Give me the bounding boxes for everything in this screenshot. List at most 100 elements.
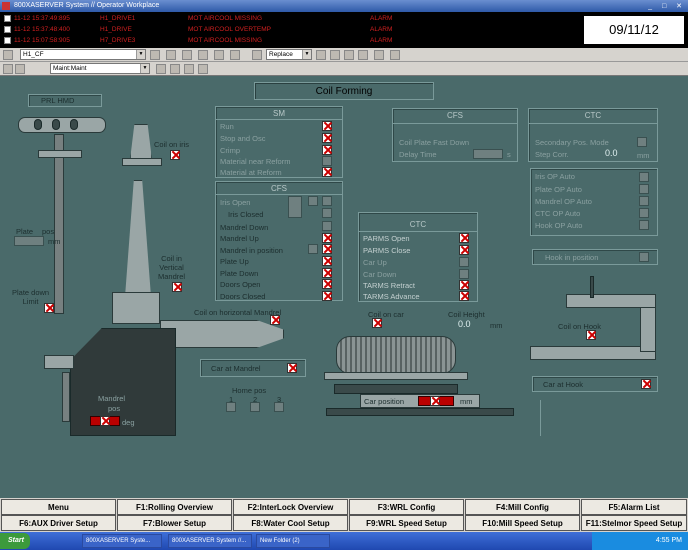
sm-material-near-indicator	[322, 156, 332, 166]
forward-icon[interactable]	[15, 64, 25, 74]
ctc-step-label: Step Corr.	[535, 150, 569, 159]
coil-holder	[18, 117, 106, 133]
ctc-secondary-label: Secondary Pos. Mode	[535, 138, 609, 147]
tool-icon[interactable]	[390, 50, 400, 60]
sm-run-label: Run	[220, 122, 234, 131]
car-up-indicator	[459, 257, 469, 267]
f11-stelmor-speed-setup-button[interactable]: F11:Stelmor Speed Setup	[581, 515, 687, 531]
home-pos-2-label: 2	[253, 395, 258, 404]
function-key-bar: Menu F1:Rolling Overview F2:InterLock Ov…	[0, 498, 688, 532]
f7-blower-setup-button[interactable]: F7:Blower Setup	[117, 515, 232, 531]
taskbar-item[interactable]: New Folder (2)	[256, 534, 330, 548]
star-icon[interactable]	[330, 50, 340, 60]
column-arm	[38, 150, 82, 158]
mandrel-arm	[44, 355, 74, 369]
back-icon[interactable]	[3, 64, 13, 74]
plate-pos-unit: mm	[48, 237, 61, 246]
hook-top	[566, 294, 656, 308]
tool-icon[interactable]	[230, 50, 240, 60]
tool-icon[interactable]	[166, 50, 176, 60]
alarm-row[interactable]: 11-12 15:07:58:905 H7_DRIVE3 MOT AIRCOOL…	[2, 35, 582, 46]
chevron-down-icon[interactable]: ▼	[140, 64, 149, 73]
alarm-row[interactable]: 11-12 15:37:48:400 H1_DRIVE MOT AIRCOOL …	[2, 24, 582, 35]
coil-horizontal-indicator	[270, 315, 280, 325]
plate-op-label: Plate OP Auto	[535, 185, 582, 194]
close-icon[interactable]	[374, 50, 384, 60]
sm-stop-indicator	[322, 133, 332, 143]
ctc-op-indicator	[639, 208, 649, 218]
tool-icon[interactable]	[358, 50, 368, 60]
f10-mill-speed-setup-button[interactable]: F10:Mill Speed Setup	[465, 515, 580, 531]
coil	[336, 336, 456, 374]
ctc-panel-top: CTC Secondary Pos. Mode Step Corr. 0.0 m…	[528, 108, 658, 162]
replace-combo[interactable]: Replace ▼	[266, 49, 312, 60]
car-position-label: Car position	[364, 397, 405, 406]
ctc-panel-mid: CTC PARMS Open PARMS Close Car Up Car Do…	[358, 212, 478, 302]
tool-icon[interactable]	[182, 50, 192, 60]
object-combo[interactable]: H1_CF ▼	[20, 49, 146, 60]
iris-base	[122, 158, 162, 166]
cfs-iris-field	[288, 196, 302, 218]
cfs-delay-field[interactable]	[473, 149, 503, 159]
cfs-mandrel-inpos-field	[308, 244, 318, 254]
f4-mill-config-button[interactable]: F4:Mill Config	[465, 499, 580, 515]
taskbar-item[interactable]: 800XASERVER Syste...	[82, 534, 162, 548]
tarms-retract-label: TARMS Retract	[363, 281, 415, 290]
sm-material-at-label: Material at Reform	[220, 168, 282, 177]
tool-icon[interactable]	[198, 50, 208, 60]
f8-water-cool-setup-button[interactable]: F8:Water Cool Setup	[233, 515, 348, 531]
f9-wrl-speed-setup-button[interactable]: F9:WRL Speed Setup	[349, 515, 464, 531]
tool-icon[interactable]	[316, 50, 326, 60]
chevron-down-icon[interactable]: ▼	[136, 50, 145, 59]
alarm-object: H1_DRIVE	[100, 26, 132, 33]
car-position-unit: mm	[460, 397, 473, 406]
f3-wrl-config-button[interactable]: F3:WRL Config	[349, 499, 464, 515]
taskbar-item[interactable]: 800XASERVER System //...	[168, 534, 252, 548]
cfs-plate-down-label: Plate Down	[220, 269, 259, 278]
menu-button[interactable]: Menu	[1, 499, 116, 515]
tool-icon[interactable]	[214, 50, 224, 60]
page-title: Coil Forming	[254, 82, 434, 100]
start-button[interactable]: Start	[0, 533, 30, 549]
mandrel-pos-label2: pos	[108, 404, 121, 413]
alarm-checkbox[interactable]	[4, 26, 11, 33]
cfs-iris-closed-label: Iris Closed	[228, 210, 264, 219]
car-at-mandrel-indicator	[287, 363, 297, 373]
car-top	[324, 372, 468, 380]
hook-in-position-box: Hook in position	[532, 249, 658, 265]
tool-icon[interactable]	[184, 64, 194, 74]
alarm-row[interactable]: 11-12 15:37:49:895 H1_DRIVE1 MOT AIRCOOL…	[2, 13, 582, 24]
iris-op-label: Iris OP Auto	[535, 172, 575, 181]
tool-icon[interactable]	[170, 64, 180, 74]
tool-icon[interactable]	[156, 64, 166, 74]
replace-combo-value: Replace	[269, 51, 293, 58]
sm-material-at-indicator	[322, 167, 332, 177]
hook-rod	[590, 276, 594, 298]
f1-rolling-overview-button[interactable]: F1:Rolling Overview	[117, 499, 232, 515]
alarm-type: ALARM	[370, 26, 393, 33]
chevron-down-icon[interactable]: ▼	[302, 50, 311, 59]
alarm-checkbox[interactable]	[4, 15, 11, 22]
prl-hmd-box[interactable]: PRL HMD	[28, 94, 102, 107]
tool-icon[interactable]	[344, 50, 354, 60]
horizontal-mandrel	[160, 320, 284, 348]
tool-icon[interactable]	[150, 50, 160, 60]
back-icon[interactable]	[3, 50, 13, 60]
toolbar-navigation: Maint:Maint ▼	[0, 62, 688, 76]
alarm-message: MOT AIRCOOL OVERTEMP	[188, 26, 271, 33]
tool-icon[interactable]	[252, 50, 262, 60]
car-down-indicator	[459, 269, 469, 279]
home-pos-1-label: 1	[229, 395, 234, 404]
f5-alarm-list-button[interactable]: F5:Alarm List	[581, 499, 687, 515]
coil-on-hook-indicator	[586, 330, 596, 340]
f2-interlock-overview-button[interactable]: F2:InterLock Overview	[233, 499, 348, 515]
cfs-doors-open-label: Doors Open	[220, 280, 261, 289]
parms-close-indicator	[459, 245, 469, 255]
sm-stop-label: Stop and Osc	[220, 134, 266, 143]
parms-open-indicator	[459, 233, 469, 243]
address-combo[interactable]: Maint:Maint ▼	[50, 63, 150, 74]
f6-aux-driver-setup-button[interactable]: F6:AUX Driver Setup	[1, 515, 116, 531]
alarm-type: ALARM	[370, 15, 393, 22]
tool-icon[interactable]	[198, 64, 208, 74]
alarm-checkbox[interactable]	[4, 37, 11, 44]
